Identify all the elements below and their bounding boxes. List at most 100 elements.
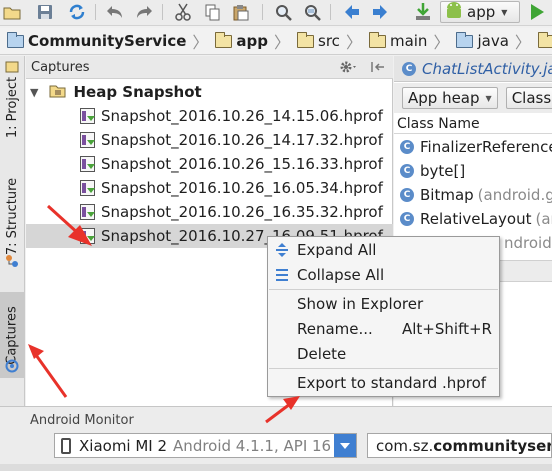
editor-tab-label: ChatListActivity.ja [422,59,552,78]
menu-item-delete[interactable]: Delete [269,342,498,366]
device-dropdown-button[interactable] [334,434,356,457]
class-row[interactable]: C byte[] [394,159,552,183]
menu-item-label: Delete [297,345,347,363]
class-select-value: Class [511,89,552,107]
device-select[interactable]: Xiaomi MI 2 Android 4.1.1, API 16 [54,433,357,458]
device-version: Android 4.1.1, API 16 [173,436,332,455]
tree-file-row[interactable]: Snapshot_2016.10.26_14.17.32.hprof [26,128,393,152]
paste-icon[interactable] [231,1,251,23]
breadcrumb-item-java[interactable]: java 〉 [449,28,531,54]
tree-file-row[interactable]: Snapshot_2016.10.26_14.15.06.hprof [26,104,393,128]
chevron-down-icon: ▼ [501,7,508,17]
folder-icon [7,31,24,48]
tab-project-label: 1: Project [5,76,21,139]
menu-separator [269,289,498,290]
expanded-arrow-icon: ▼ [30,85,39,99]
tree-file-row[interactable]: Snapshot_2016.10.26_15.16.33.hprof [26,152,393,176]
redo-icon[interactable] [133,1,155,23]
open-folder-icon[interactable] [2,1,22,23]
monitor-bottom-bar [0,464,552,471]
undo-icon[interactable] [104,1,126,23]
sync-icon[interactable] [66,1,88,23]
breadcrumb-label: CommunityService [28,32,187,50]
collapse-all-icon [274,267,290,283]
structure-icon [5,254,19,272]
breadcrumb-label: src [318,32,340,50]
class-row[interactable]: C RelativeLayout (ar [394,207,552,231]
make-module-icon[interactable] [411,1,435,23]
class-row[interactable]: C Bitmap (android.g [394,183,552,207]
chevron-right-icon: 〉 [274,33,291,52]
file-name: Snapshot_2016.10.26_14.17.32.hprof [101,131,383,149]
folder-icon [215,31,233,48]
hprof-file-icon [80,204,95,220]
hide-panel-icon[interactable] [369,59,387,79]
class-icon: C [400,212,414,226]
heap-folder-icon [49,83,66,102]
run-configuration-combo[interactable]: app ▼ [440,1,520,23]
tree-root-heap-snapshot[interactable]: ▼ Heap Snapshot [26,80,393,104]
gear-icon[interactable] [338,59,358,79]
captures-tree: ▼ Heap Snapshot Snapshot_2016.10.26_14.1… [26,80,393,248]
menu-item-export-hprof[interactable]: Export to standard .hprof [269,371,498,395]
hprof-file-icon [80,132,95,148]
process-select[interactable]: com.sz.communityservi [367,433,552,458]
class-package: (ar [535,210,552,228]
class-select[interactable]: Class [505,87,552,109]
find-icon[interactable] [272,1,294,23]
menu-item-rename[interactable]: Rename... Alt+Shift+R [269,317,498,341]
captures-header: Captures [26,56,393,79]
tab-structure-label: 7: Structure [5,177,21,255]
breadcrumb-item-src[interactable]: src 〉 [290,28,362,54]
chevron-right-icon: 〉 [192,33,209,52]
folder-icon [368,31,386,48]
breadcrumb-label: java [477,32,509,50]
class-name-column-header[interactable]: Class Name [394,114,552,134]
menu-item-show-in-explorer[interactable]: Show in Explorer [269,292,498,316]
captures-icon [5,359,19,377]
breadcrumb-item-main[interactable]: main 〉 [362,28,450,54]
replace-icon[interactable] [301,1,323,23]
column-header-label: Class Name [397,115,480,132]
chevron-right-icon: 〉 [433,33,450,52]
menu-item-label: Expand All [297,241,377,259]
main-toolbar: app ▼ [0,0,552,26]
breadcrumb-item-com[interactable]: com 〉 [531,28,552,54]
android-icon [444,1,464,23]
process-name: communityservi [433,436,552,455]
menu-item-label: Show in Explorer [297,295,424,313]
class-row[interactable]: C FinalizerReference [394,135,552,159]
menu-item-shortcut: Alt+Shift+R [402,320,492,338]
breadcrumb-item-app[interactable]: app 〉 [208,28,291,54]
class-icon: C [400,140,414,154]
menu-item-label: Rename... [297,320,373,338]
class-name: FinalizerReference [420,138,552,156]
menu-item-label: Export to standard .hprof [297,374,487,392]
breadcrumb-item-project[interactable]: CommunityService 〉 [0,28,209,54]
editor-tab[interactable]: C ChatListActivity.ja [394,56,552,82]
hprof-file-icon [80,180,95,196]
chevron-down-icon: ▼ [485,93,492,103]
heap-snapshot-label: Heap Snapshot [73,83,202,101]
run-icon[interactable] [526,1,548,23]
process-prefix: com.sz. [376,436,434,455]
tree-file-row[interactable]: Snapshot_2016.10.26_16.05.34.hprof [26,176,393,200]
forward-icon[interactable] [370,1,390,23]
breadcrumb-label: app [236,32,269,50]
menu-item-expand-all[interactable]: Expand All [269,238,498,262]
class-name: RelativeLayout [420,210,532,228]
heap-select[interactable]: App heap ▼ [402,87,498,109]
cut-icon[interactable] [172,1,194,23]
hprof-file-icon [80,108,95,124]
menu-item-label: Collapse All [297,266,385,284]
file-name: Snapshot_2016.10.26_14.15.06.hprof [101,107,383,125]
tree-file-row[interactable]: Snapshot_2016.10.26_16.35.32.hprof [26,200,393,224]
chevron-right-icon: 〉 [514,33,531,52]
save-icon[interactable] [35,1,55,23]
phone-icon [61,437,71,454]
menu-item-collapse-all[interactable]: Collapse All [269,263,498,287]
back-icon[interactable] [342,1,362,23]
copy-icon[interactable] [203,1,223,23]
class-name: byte[] [420,162,466,180]
class-name: Bitmap [420,186,474,204]
